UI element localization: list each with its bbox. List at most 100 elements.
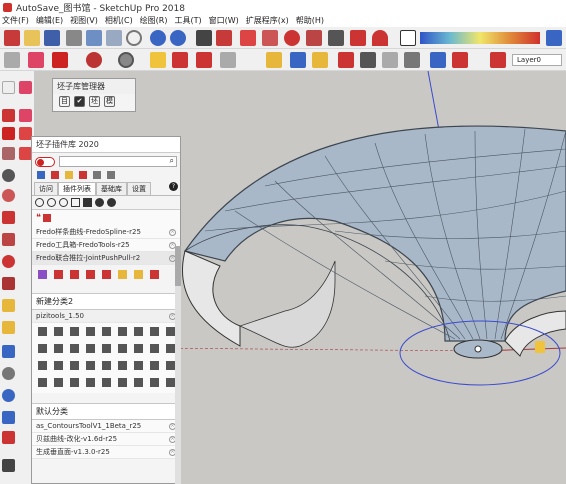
tool-icon[interactable] [150,327,159,336]
layer-select[interactable]: Layer0 [512,54,562,66]
search-icon[interactable]: ⌕ [170,156,174,166]
plugin-search-input[interactable]: ⌕ [59,156,177,167]
tool-icon[interactable] [102,378,111,387]
rotate-cross-icon[interactable] [196,52,212,68]
save-icon[interactable] [44,30,60,46]
list-item[interactable]: 生成垂直面-v1.3.0-r25 × [32,446,180,459]
tool-icon[interactable] [86,344,95,353]
menu-camera[interactable]: 相机(C) [105,15,133,26]
tool-icon[interactable] [150,361,159,370]
pan-icon[interactable] [382,52,398,68]
circle-tool-icon[interactable] [2,169,15,182]
pencil-icon[interactable] [52,52,68,68]
list-item[interactable]: Fredo联合推拉-JointPushPull-r2 × [32,252,180,265]
red-tool-icon[interactable] [51,171,59,179]
list-item[interactable]: Fredo样条曲线-FredoSpline-r25 × [32,226,180,239]
rotate-icon[interactable] [284,30,300,46]
blue-tool-icon[interactable] [37,171,45,179]
model-info-icon[interactable] [216,30,232,46]
jpp-tool-icon[interactable] [38,270,47,279]
dimension-icon[interactable] [290,52,306,68]
tool-icon[interactable] [150,344,159,353]
record-icon[interactable] [107,198,116,207]
pizi-button[interactable]: 坯 [89,96,100,107]
text-icon[interactable] [312,52,328,68]
tool-icon[interactable] [38,361,47,370]
tool-icon[interactable] [166,361,175,370]
help-icon[interactable]: ? [169,182,178,191]
axes-tool-icon[interactable] [2,345,15,358]
orbit-icon[interactable] [360,52,376,68]
tool-icon[interactable] [150,378,159,387]
folder-icon[interactable] [83,198,92,207]
tab-visit[interactable]: 访问 [34,182,58,195]
delete-icon[interactable] [126,30,142,46]
rectangle-tool-icon[interactable] [2,147,15,160]
eraser-tool-icon[interactable] [19,81,32,94]
menu-tools[interactable]: 工具(T) [175,15,202,26]
stop-icon[interactable] [95,198,104,207]
tool-icon[interactable] [166,344,175,353]
jpp-tool-icon[interactable] [150,270,159,279]
tool-icon[interactable] [102,344,111,353]
section-new-category[interactable]: 新建分类2 [32,293,180,310]
layer-manager-icon[interactable] [490,52,506,68]
jpp-tool-icon[interactable] [134,270,143,279]
zoom-extents-icon[interactable] [430,52,446,68]
protractor-tool-icon[interactable] [2,321,15,334]
pushpull-active-icon[interactable] [150,52,166,68]
menu-file[interactable]: 文件(F) [2,15,29,26]
tool-icon[interactable] [118,344,127,353]
tool-icon[interactable] [166,327,175,336]
scale-tool-icon[interactable] [2,277,15,290]
section-plane-icon[interactable] [452,52,468,68]
move-tool-icon[interactable] [2,233,15,246]
push-pull-icon[interactable] [262,30,278,46]
list-item[interactable]: pizitools_1.50 × [32,310,180,323]
position-camera-icon[interactable] [2,431,15,444]
tool-icon[interactable] [86,361,95,370]
red-tool-icon-2[interactable] [79,171,87,179]
tool-icon[interactable] [134,361,143,370]
directory-button[interactable]: 目 [59,96,70,107]
tool-icon[interactable] [118,378,127,387]
new-file-icon[interactable] [4,30,20,46]
tool-icon[interactable] [54,344,63,353]
tool-icon[interactable] [54,361,63,370]
zoom-icon[interactable] [404,52,420,68]
paint-bucket-icon[interactable] [546,30,562,46]
tool-icon[interactable] [166,378,175,387]
list-item[interactable]: as_ContoursToolV1_1Beta_r25 × [32,420,180,433]
select-tool-icon[interactable] [2,81,15,94]
tool-icon[interactable] [86,327,95,336]
paste-icon[interactable] [106,30,122,46]
tool-icon[interactable] [38,344,47,353]
arc-tool-icon[interactable] [2,189,15,202]
line-tool-icon[interactable] [2,127,15,140]
pie-tool-icon[interactable] [2,211,15,224]
tape-tool-icon[interactable] [2,299,15,312]
circle-icon[interactable] [118,52,134,68]
refresh-icon[interactable] [59,198,68,207]
tool-icon[interactable] [70,344,79,353]
make-component-icon[interactable] [2,109,15,122]
jpp-tool-icon[interactable] [70,270,79,279]
grey-tool-icon-2[interactable] [107,171,115,179]
tool-icon[interactable] [134,327,143,336]
cut-icon[interactable] [66,30,82,46]
menu-view[interactable]: 视图(V) [70,15,98,26]
menu-draw[interactable]: 绘图(R) [140,15,168,26]
tool-icon[interactable] [102,327,111,336]
print-icon[interactable] [196,30,212,46]
tool-icon[interactable] [86,378,95,387]
menu-help[interactable]: 帮助(H) [296,15,324,26]
tab-settings[interactable]: 设置 [127,182,151,195]
menu-extensions[interactable]: 扩展程序(x) [246,15,289,26]
plugin-panel-scrollbar[interactable] [175,246,181,484]
copy-icon[interactable] [71,198,80,207]
settings-gear-icon[interactable] [47,198,56,207]
tool-icon[interactable] [118,327,127,336]
open-folder-icon[interactable] [24,30,40,46]
jpp-tool-icon[interactable] [118,270,127,279]
tool-icon[interactable] [70,361,79,370]
